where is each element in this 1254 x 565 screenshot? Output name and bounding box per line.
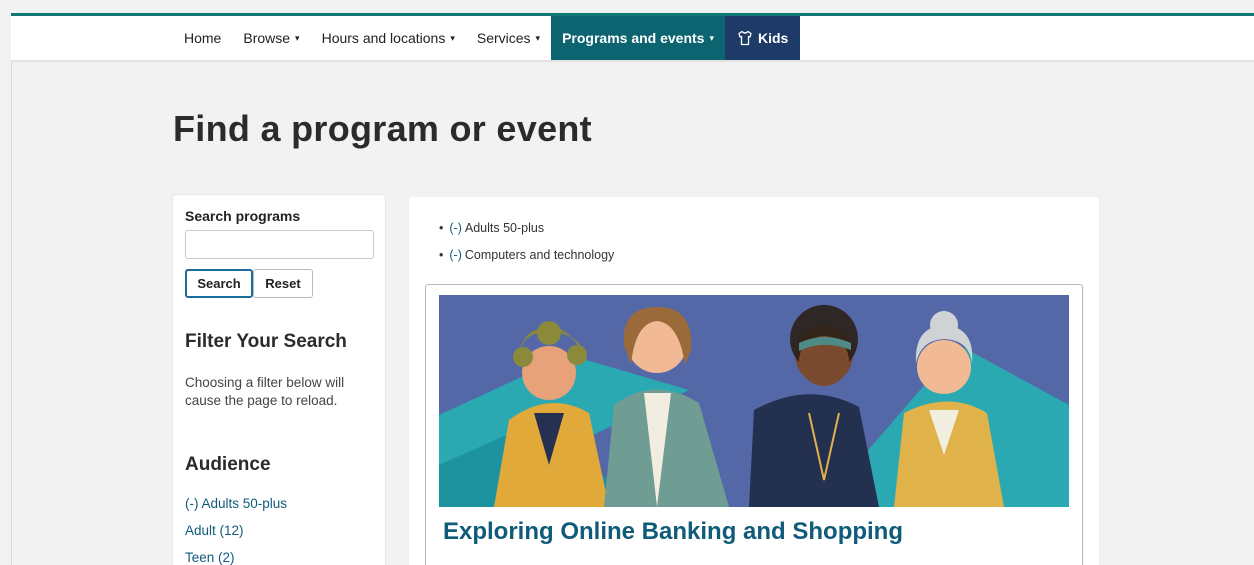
nav-label: Hours and locations xyxy=(321,30,446,46)
active-filters-list: • (-) Adults 50-plus • (-) Computers and tec… xyxy=(439,220,614,274)
nav-label: Kids xyxy=(758,30,789,46)
active-filter-label: Computers and technology xyxy=(464,248,615,262)
program-card-title[interactable]: Exploring Online Banking and Shopping xyxy=(443,518,903,546)
audience-heading: Audience xyxy=(185,454,271,475)
shirt-icon xyxy=(738,30,752,46)
filter-note: Choosing a filter below will cause the p… xyxy=(185,375,345,408)
remove-filter-link[interactable]: (-) xyxy=(449,221,462,235)
audience-filter-list: (-) Adults 50-plus Adult (12) Teen (2) xyxy=(185,495,287,565)
filter-heading: Filter Your Search xyxy=(185,331,347,352)
reset-button[interactable]: Reset xyxy=(253,269,313,298)
program-card[interactable]: Exploring Online Banking and Shopping xyxy=(425,284,1083,565)
program-card-image[interactable] xyxy=(439,295,1069,507)
chevron-down-icon: ▾ xyxy=(709,32,714,43)
search-programs-input[interactable] xyxy=(185,230,374,259)
nav-label: Home xyxy=(184,30,222,46)
chevron-down-icon: ▾ xyxy=(450,32,455,43)
nav-item-kids[interactable]: Kids xyxy=(725,16,801,60)
nav-label: Browse xyxy=(243,30,291,46)
bullet-icon: • xyxy=(439,221,444,235)
chevron-down-icon: ▾ xyxy=(535,32,541,43)
nav-item-programs-and-events[interactable]: Programs and events ▾ xyxy=(551,16,725,60)
bullet-icon: • xyxy=(439,248,444,262)
audience-filter-link[interactable]: Teen (2) xyxy=(185,549,287,565)
chevron-down-icon: ▾ xyxy=(295,32,300,43)
audience-filter-link[interactable]: (-) Adults 50-plus xyxy=(185,495,287,522)
main-navigation: Home Browse ▾ Hours and locations ▾ Servic… xyxy=(11,13,1254,62)
active-filter-item: • (-) Computers and technology xyxy=(439,247,614,274)
nav-item-services[interactable]: Services ▾ xyxy=(466,16,551,60)
page-left-border xyxy=(11,62,12,565)
audience-filter-link[interactable]: Adult (12) xyxy=(185,522,287,549)
page-title: Find a program or event xyxy=(173,108,592,149)
search-button[interactable]: Search xyxy=(185,269,253,298)
active-filter-label: Adults 50-plus xyxy=(464,221,545,235)
nav-item-hours-and-locations[interactable]: Hours and locations ▾ xyxy=(311,16,466,60)
nav-item-browse[interactable]: Browse ▾ xyxy=(232,16,310,60)
nav-label: Services xyxy=(476,30,531,46)
nav-item-home[interactable]: Home xyxy=(173,16,232,60)
remove-filter-link[interactable]: (-) xyxy=(449,248,462,262)
results-panel: • (-) Adults 50-plus • (-) Computers and tec… xyxy=(409,197,1099,565)
nav-label: Programs and events xyxy=(562,30,705,46)
search-programs-label: Search programs xyxy=(185,208,301,224)
active-filter-item: • (-) Adults 50-plus xyxy=(439,220,614,247)
filter-sidebar: Search programs Search Reset Filter Your… xyxy=(172,194,386,565)
